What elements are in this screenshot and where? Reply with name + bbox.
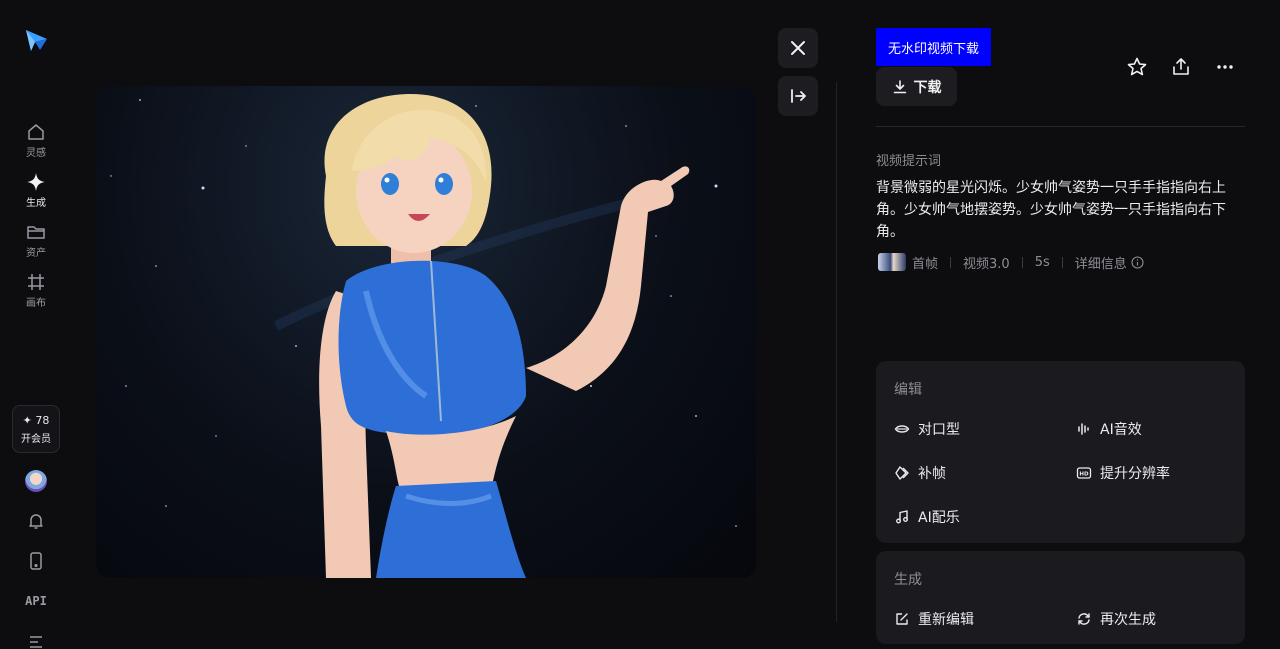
canvas-icon — [28, 273, 44, 290]
mobile-icon[interactable] — [26, 551, 46, 571]
anime-girl-image — [110, 94, 737, 578]
meta-separator — [950, 256, 952, 268]
collapse-panel-button[interactable] — [778, 76, 818, 116]
upscale-resolution-button[interactable]: HD 提升分辨率 — [1076, 459, 1170, 487]
generate-card: 生成 重新编辑 再次生成 — [876, 551, 1245, 644]
lips-icon — [894, 425, 910, 433]
details-link[interactable]: 详细信息 — [1075, 253, 1144, 272]
ai-sound-effect-button[interactable]: AI音效 — [1076, 415, 1142, 443]
info-icon — [1131, 255, 1144, 269]
generate-card-title: 生成 — [894, 572, 922, 588]
membership-credits-button[interactable]: ✦ 78 开会员 — [12, 405, 60, 453]
action-label: AI音效 — [1100, 422, 1142, 438]
no-watermark-download-button[interactable]: 无水印视频下载 — [876, 28, 991, 66]
action-label: 再次生成 — [1100, 612, 1156, 628]
action-label: 补帧 — [918, 466, 946, 482]
edit-card-title: 编辑 — [894, 382, 922, 398]
action-label: 重新编辑 — [918, 612, 974, 628]
avatar[interactable] — [25, 470, 47, 492]
download-icon — [893, 79, 906, 93]
diamond-frames-icon — [895, 466, 909, 480]
re-edit-button[interactable]: 重新编辑 — [894, 605, 974, 633]
bell-icon[interactable] — [26, 511, 46, 531]
prompt-title: 视频提示词 — [876, 154, 942, 169]
close-button[interactable] — [778, 28, 818, 68]
more-icon[interactable] — [1214, 56, 1236, 78]
first-frame-thumbnail[interactable] — [878, 253, 906, 271]
edit-card: 编辑 对口型 AI音效 补帧 HD 提升分辨率 AI配乐 — [876, 361, 1245, 543]
arrow-right-bar-icon — [791, 89, 806, 103]
sparkle-icon — [27, 172, 45, 191]
app-root: 灵感 生成 资产 画布 ✦ 78 开会员 API 无水印视频下载 下载 视频提示… — [0, 0, 1280, 649]
lip-sync-button[interactable]: 对口型 — [894, 415, 960, 443]
folder-icon — [27, 225, 45, 239]
sidebar-item-label: 画布 — [26, 297, 46, 309]
refresh-icon — [1078, 613, 1090, 625]
audio-wave-icon — [1078, 423, 1089, 435]
hd-icon: HD — [1076, 467, 1092, 479]
video-meta: 首帧 视频3.0 5s 详细信息 — [878, 252, 1144, 272]
credits-count: ✦ 78 — [22, 413, 50, 427]
action-label: AI配乐 — [918, 510, 960, 526]
logo-icon[interactable] — [22, 26, 50, 54]
meta-separator — [1061, 256, 1063, 268]
meta-separator — [1021, 256, 1023, 268]
sidebar-item-label: 生成 — [26, 197, 46, 209]
edit-box-icon — [896, 613, 908, 625]
model-label: 视频3.0 — [963, 256, 1010, 272]
generated-image-preview[interactable] — [96, 86, 756, 578]
sidebar-item-canvas[interactable]: 画布 — [0, 268, 72, 312]
svg-text:HD: HD — [1079, 472, 1089, 478]
home-icon — [28, 123, 44, 140]
share-icon[interactable] — [1170, 56, 1192, 78]
download-label: 下载 — [913, 79, 942, 96]
sidebar-item-inspiration[interactable]: 灵感 — [0, 118, 72, 162]
ai-music-button[interactable]: AI配乐 — [894, 503, 960, 531]
sidebar-item-label: 资产 — [26, 247, 46, 259]
api-link[interactable]: API — [0, 594, 72, 608]
frame-interpolation-button[interactable]: 补帧 — [894, 459, 946, 487]
close-icon — [791, 41, 805, 55]
panel-divider — [836, 82, 837, 622]
download-button[interactable]: 下载 — [876, 67, 957, 106]
star-icon[interactable] — [1126, 56, 1148, 78]
sidebar-item-label: 灵感 — [26, 147, 46, 159]
prompt-text: 背景微弱的星光闪烁。少女帅气姿势一只手手指指向右上角。少女帅气地摆姿势。少女帅气… — [876, 180, 1226, 240]
action-label: 提升分辨率 — [1100, 466, 1170, 482]
menu-icon[interactable] — [26, 632, 46, 649]
sidebar: 灵感 生成 资产 画布 ✦ 78 开会员 API — [0, 0, 72, 649]
sidebar-item-generate[interactable]: 生成 — [0, 168, 72, 212]
music-note-icon — [896, 510, 908, 524]
header-divider — [876, 126, 1245, 127]
duration-label: 5s — [1034, 254, 1050, 270]
sidebar-item-assets[interactable]: 资产 — [0, 218, 72, 262]
details-label: 详细信息 — [1074, 256, 1127, 272]
action-label: 对口型 — [918, 422, 960, 438]
first-frame-label: 首帧 — [912, 256, 939, 272]
regenerate-button[interactable]: 再次生成 — [1076, 605, 1156, 633]
membership-label: 开会员 — [21, 433, 51, 445]
